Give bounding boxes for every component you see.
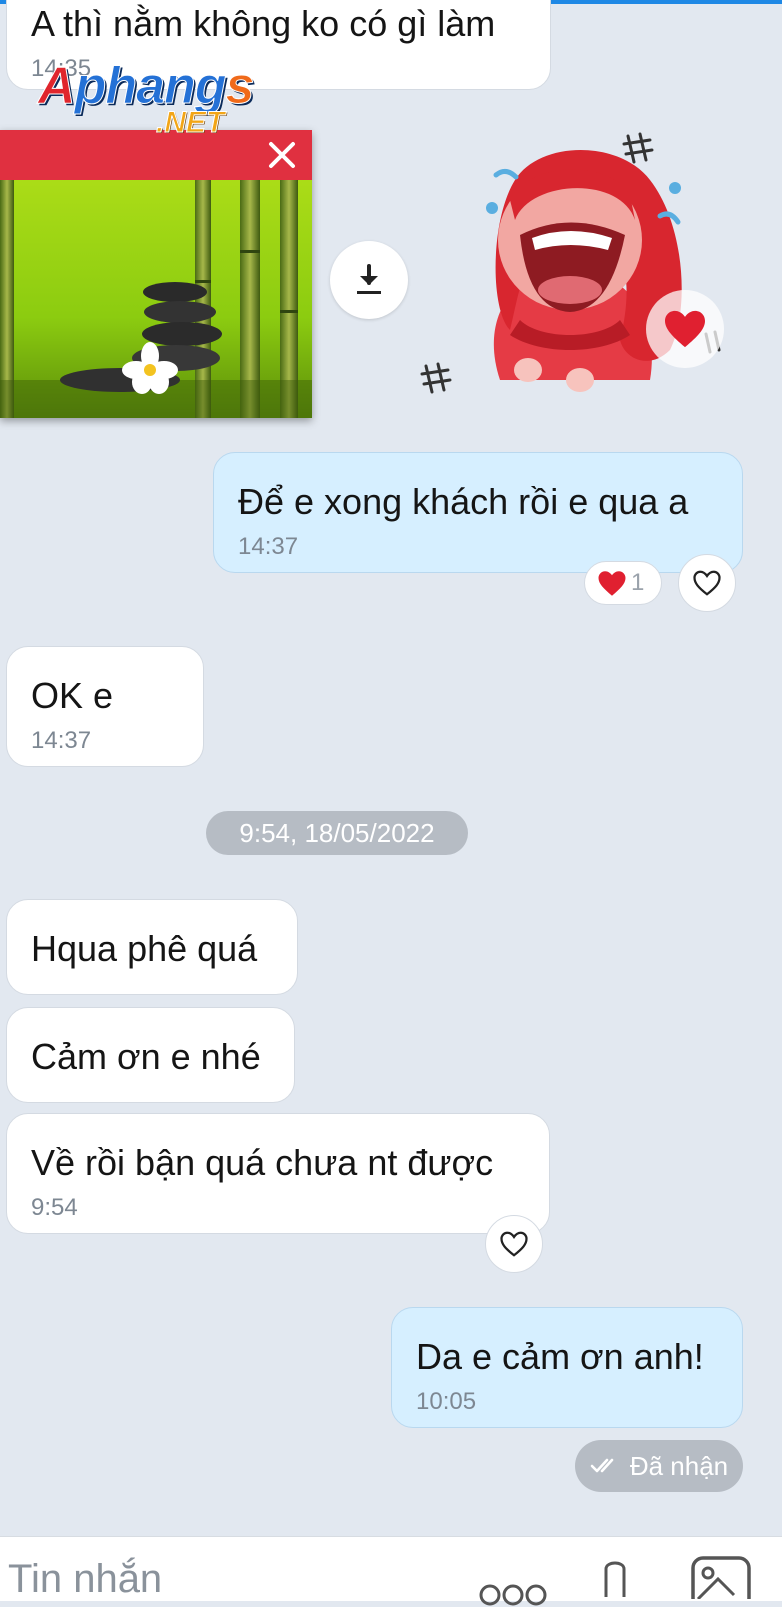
message-bubble-received[interactable]: Về rồi bận quá chưa nt được 9:54: [6, 1113, 550, 1234]
message-text: OK e: [31, 675, 114, 716]
date-separator: 9:54, 18/05/2022: [206, 811, 468, 855]
react-button[interactable]: [678, 554, 736, 612]
delivery-status-label: Đã nhận: [629, 1450, 729, 1481]
message-text: Để e xong khách rồi e qua a: [238, 481, 689, 522]
more-icon[interactable]: [478, 1577, 548, 1607]
site-logo: Aphangs .NET: [38, 56, 278, 146]
attach-icon[interactable]: [600, 1557, 630, 1597]
ad-banner[interactable]: [0, 130, 312, 418]
heart-icon: [598, 570, 626, 596]
sticker-laughing-girl[interactable]: [420, 120, 740, 440]
message-bubble-sent[interactable]: Da e cảm ơn anh! 10:05: [391, 1307, 743, 1428]
download-icon: [357, 264, 381, 294]
message-bubble-sent[interactable]: Để e xong khách rồi e qua a 14:37: [213, 452, 743, 573]
image-icon[interactable]: [690, 1555, 754, 1599]
message-text: Về rồi bận quá chưa nt được: [31, 1142, 494, 1183]
logo-sub: .NET: [155, 106, 225, 140]
message-bubble-received[interactable]: OK e 14:37: [6, 646, 204, 767]
heart-outline-icon: [693, 570, 721, 596]
message-bubble-received[interactable]: Hqua phê quá: [6, 899, 298, 995]
message-text: Hqua phê quá: [31, 928, 258, 969]
message-time: 10:05: [416, 1388, 477, 1415]
heart-outline-icon: [500, 1231, 528, 1257]
heart-icon: [665, 310, 705, 348]
message-input-bar: [0, 1536, 782, 1606]
download-button[interactable]: [330, 241, 408, 319]
message-bubble-received[interactable]: Cảm ơn e nhé: [6, 1007, 295, 1103]
message-input[interactable]: [8, 1557, 408, 1602]
react-button[interactable]: [485, 1215, 543, 1273]
message-text: Da e cảm ơn anh!: [416, 1336, 704, 1377]
message-text: Cảm ơn e nhé: [31, 1036, 261, 1077]
message-time: 14:37: [238, 533, 299, 560]
heart-reaction-button[interactable]: [646, 290, 724, 368]
delivery-status: Đã nhận: [575, 1440, 743, 1492]
reaction-count-value: 1: [631, 569, 645, 596]
message-text: A thì nằm không ko có gì làm: [31, 3, 496, 44]
double-check-icon: [590, 1458, 614, 1473]
message-time: 9:54: [31, 1194, 78, 1221]
reaction-count[interactable]: 1: [584, 561, 662, 605]
message-time: 14:37: [31, 727, 92, 754]
